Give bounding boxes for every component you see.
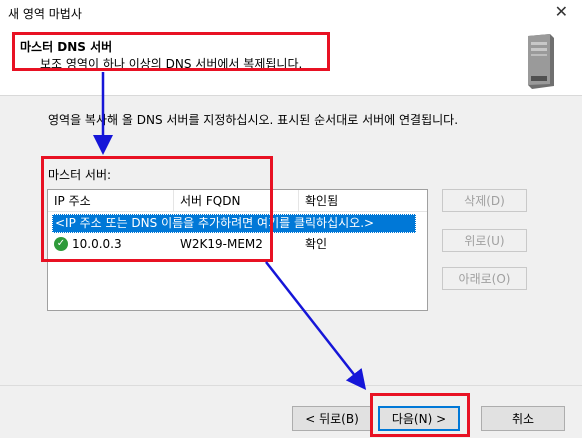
annotation-arrows [93,72,367,390]
arrow-list-to-next [265,261,367,390]
